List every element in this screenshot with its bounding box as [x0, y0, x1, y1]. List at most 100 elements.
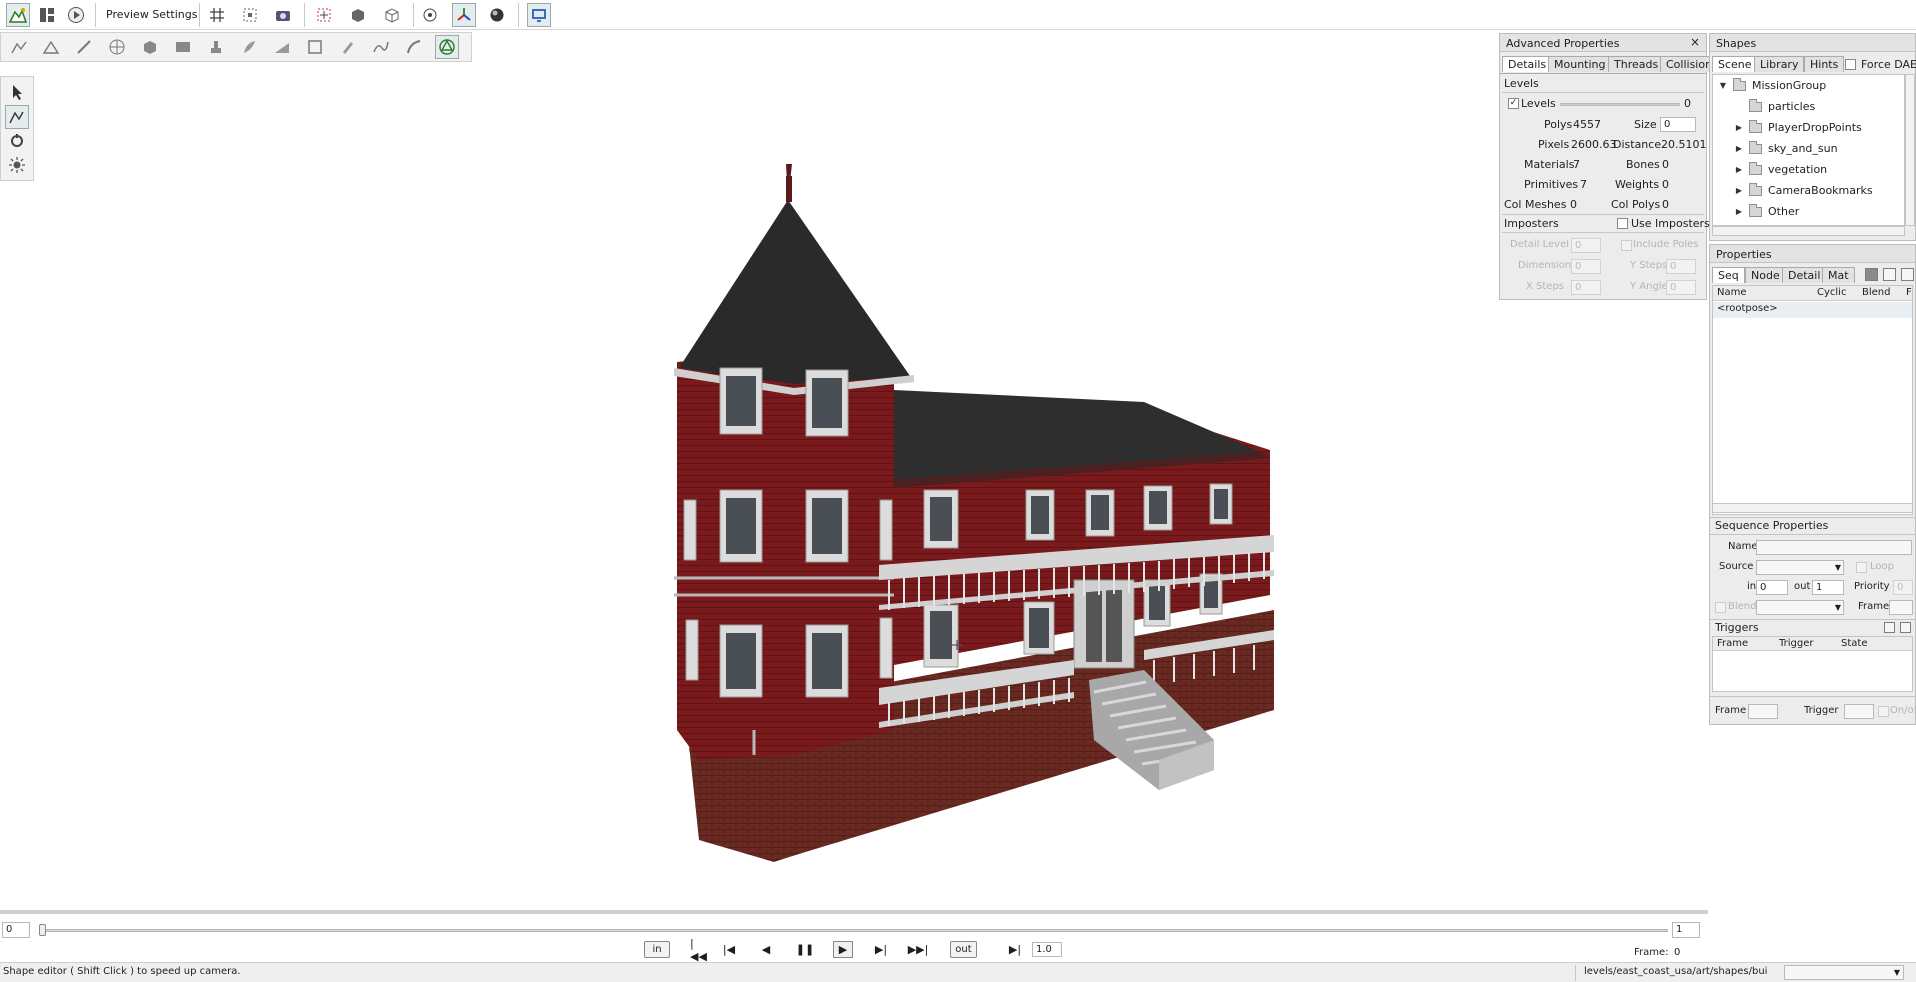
trigger-column-trigger[interactable]: Trigger — [1779, 638, 1814, 649]
tree-vertical-scrollbar[interactable] — [1905, 74, 1915, 226]
trigger-name-field[interactable] — [1844, 704, 1874, 719]
out-button[interactable]: out — [950, 941, 977, 958]
levels-checkbox[interactable]: ✓ — [1508, 98, 1519, 109]
force-dae-checkbox[interactable] — [1845, 59, 1856, 70]
trigger-frame-field[interactable] — [1748, 704, 1778, 719]
expanded-arrow-icon[interactable]: ▼ — [1717, 81, 1729, 90]
step-forward-icon[interactable]: ▶| — [871, 941, 891, 958]
feather-tool-icon[interactable] — [237, 35, 261, 59]
frame-field[interactable] — [1889, 600, 1913, 615]
timeline-end-field[interactable]: 1 — [1672, 922, 1700, 938]
tree-item-sky-and-sun[interactable]: ▶ sky_and_sun — [1733, 138, 1838, 159]
path-tool-icon[interactable] — [171, 35, 195, 59]
tree-horizontal-scrollbar[interactable] — [1712, 226, 1905, 236]
tab-mounting[interactable]: Mounting — [1548, 56, 1612, 72]
sequence-horizontal-scrollbar[interactable] — [1712, 503, 1913, 513]
river-tool-icon[interactable] — [369, 35, 393, 59]
move-tool-icon[interactable] — [5, 105, 29, 129]
pause-icon[interactable]: ❚❚ — [795, 941, 815, 958]
tab-node[interactable]: Node — [1745, 267, 1786, 283]
collapsed-arrow-icon[interactable]: ▶ — [1733, 123, 1745, 132]
collapsed-arrow-icon[interactable]: ▶ — [1733, 165, 1745, 174]
tree-item-particles[interactable]: particles — [1733, 96, 1815, 117]
include-poles-checkbox[interactable] — [1621, 240, 1632, 251]
tab-hints[interactable]: Hints — [1804, 56, 1845, 72]
dimension-field[interactable]: 0 — [1571, 259, 1601, 274]
gui-editor-icon[interactable] — [35, 3, 59, 27]
tab-library[interactable]: Library — [1754, 56, 1805, 72]
trigger-column-state[interactable]: State — [1841, 638, 1867, 649]
column-blend[interactable]: Blend — [1862, 287, 1890, 298]
blend-checkbox[interactable] — [1715, 602, 1726, 613]
column-cyclic[interactable]: Cyclic — [1817, 287, 1846, 298]
paint-tool-icon[interactable] — [72, 35, 96, 59]
tab-mat[interactable]: Mat — [1822, 267, 1855, 283]
mountain-tool-icon[interactable] — [39, 35, 63, 59]
tree-item-camerabookmarks[interactable]: ▶ CameraBookmarks — [1733, 180, 1873, 201]
play-backward-icon[interactable]: ◀ — [756, 941, 776, 958]
timeline-start-field[interactable]: 0 — [2, 922, 30, 938]
screen-toggle-icon[interactable] — [527, 3, 551, 27]
cube-tool-icon[interactable] — [138, 35, 162, 59]
tab-details[interactable]: Details — [1502, 56, 1553, 72]
detail-level-field[interactable]: 0 — [1571, 238, 1601, 253]
shape-editor-icon[interactable] — [435, 35, 459, 59]
timeline-slider[interactable] — [40, 929, 1668, 932]
status-dropdown[interactable]: ▼ — [1784, 965, 1904, 980]
orbit-icon[interactable] — [418, 3, 442, 27]
size-field[interactable]: 0 — [1660, 117, 1696, 132]
tree-item-missiongroup[interactable]: ▼ MissionGroup — [1717, 75, 1826, 96]
timeline-thumb[interactable] — [39, 924, 46, 936]
x-steps-field[interactable]: 0 — [1571, 280, 1601, 295]
tab-threads[interactable]: Threads — [1608, 56, 1665, 72]
collapsed-arrow-icon[interactable]: ▶ — [1733, 186, 1745, 195]
select-arrow-icon[interactable] — [5, 80, 29, 104]
world-editor-icon[interactable] — [6, 3, 30, 27]
ramp-tool-icon[interactable] — [270, 35, 294, 59]
save-icon[interactable] — [1865, 268, 1878, 281]
globe-tool-icon[interactable] — [105, 35, 129, 59]
onoff-checkbox[interactable] — [1878, 706, 1889, 717]
tree-item-other[interactable]: ▶ Other — [1733, 201, 1799, 222]
stamp-tool-icon[interactable] — [204, 35, 228, 59]
column-f[interactable]: F — [1906, 287, 1912, 298]
add-trigger-icon[interactable] — [1884, 622, 1895, 633]
frame-tool-icon[interactable] — [303, 35, 327, 59]
terrain-tool-icon[interactable] — [7, 35, 31, 59]
use-imposters-checkbox[interactable] — [1617, 218, 1628, 229]
tab-detail[interactable]: Detail — [1782, 267, 1827, 283]
priority-field[interactable]: 0 — [1893, 580, 1913, 595]
y-angle-field[interactable]: 0 — [1666, 280, 1696, 295]
source-dropdown[interactable]: ▼ — [1756, 560, 1844, 575]
y-steps-field[interactable]: 0 — [1666, 259, 1696, 274]
skip-to-end-icon[interactable]: ▶▶| — [908, 941, 929, 958]
skip-to-start-icon[interactable]: |◀◀ — [690, 937, 710, 963]
levels-slider[interactable] — [1560, 103, 1680, 106]
wireframe-box-icon[interactable] — [380, 3, 404, 27]
play-icon[interactable] — [64, 3, 88, 27]
lighting-sphere-icon[interactable] — [485, 3, 509, 27]
camera-icon[interactable] — [271, 3, 295, 27]
in-field[interactable]: 0 — [1756, 580, 1788, 595]
axis-gizmo-icon[interactable] — [452, 3, 476, 27]
grid-icon[interactable] — [205, 3, 229, 27]
in-button[interactable]: in — [644, 941, 670, 958]
collapsed-arrow-icon[interactable]: ▶ — [1733, 207, 1745, 216]
select-bounds-icon[interactable] — [312, 3, 336, 27]
sun-tool-icon[interactable] — [5, 153, 29, 177]
delete-sequence-icon[interactable] — [1901, 268, 1914, 281]
close-icon[interactable]: × — [1690, 35, 1700, 49]
step-back-icon[interactable]: |◀ — [719, 941, 739, 958]
loop-checkbox[interactable] — [1856, 562, 1867, 573]
tab-seq[interactable]: Seq — [1712, 267, 1745, 283]
name-field[interactable] — [1756, 540, 1912, 555]
viewport[interactable] — [34, 140, 1384, 910]
new-sequence-icon[interactable] — [1883, 268, 1896, 281]
trigger-column-frame[interactable]: Frame — [1717, 638, 1748, 649]
preview-settings-button[interactable]: Preview Settings — [106, 8, 197, 21]
speed-icon[interactable]: ▶| — [1005, 941, 1025, 958]
road-tool-icon[interactable] — [402, 35, 426, 59]
column-name[interactable]: Name — [1717, 287, 1747, 298]
speed-field[interactable]: 1.0 — [1032, 942, 1062, 957]
object-box-icon[interactable] — [346, 3, 370, 27]
